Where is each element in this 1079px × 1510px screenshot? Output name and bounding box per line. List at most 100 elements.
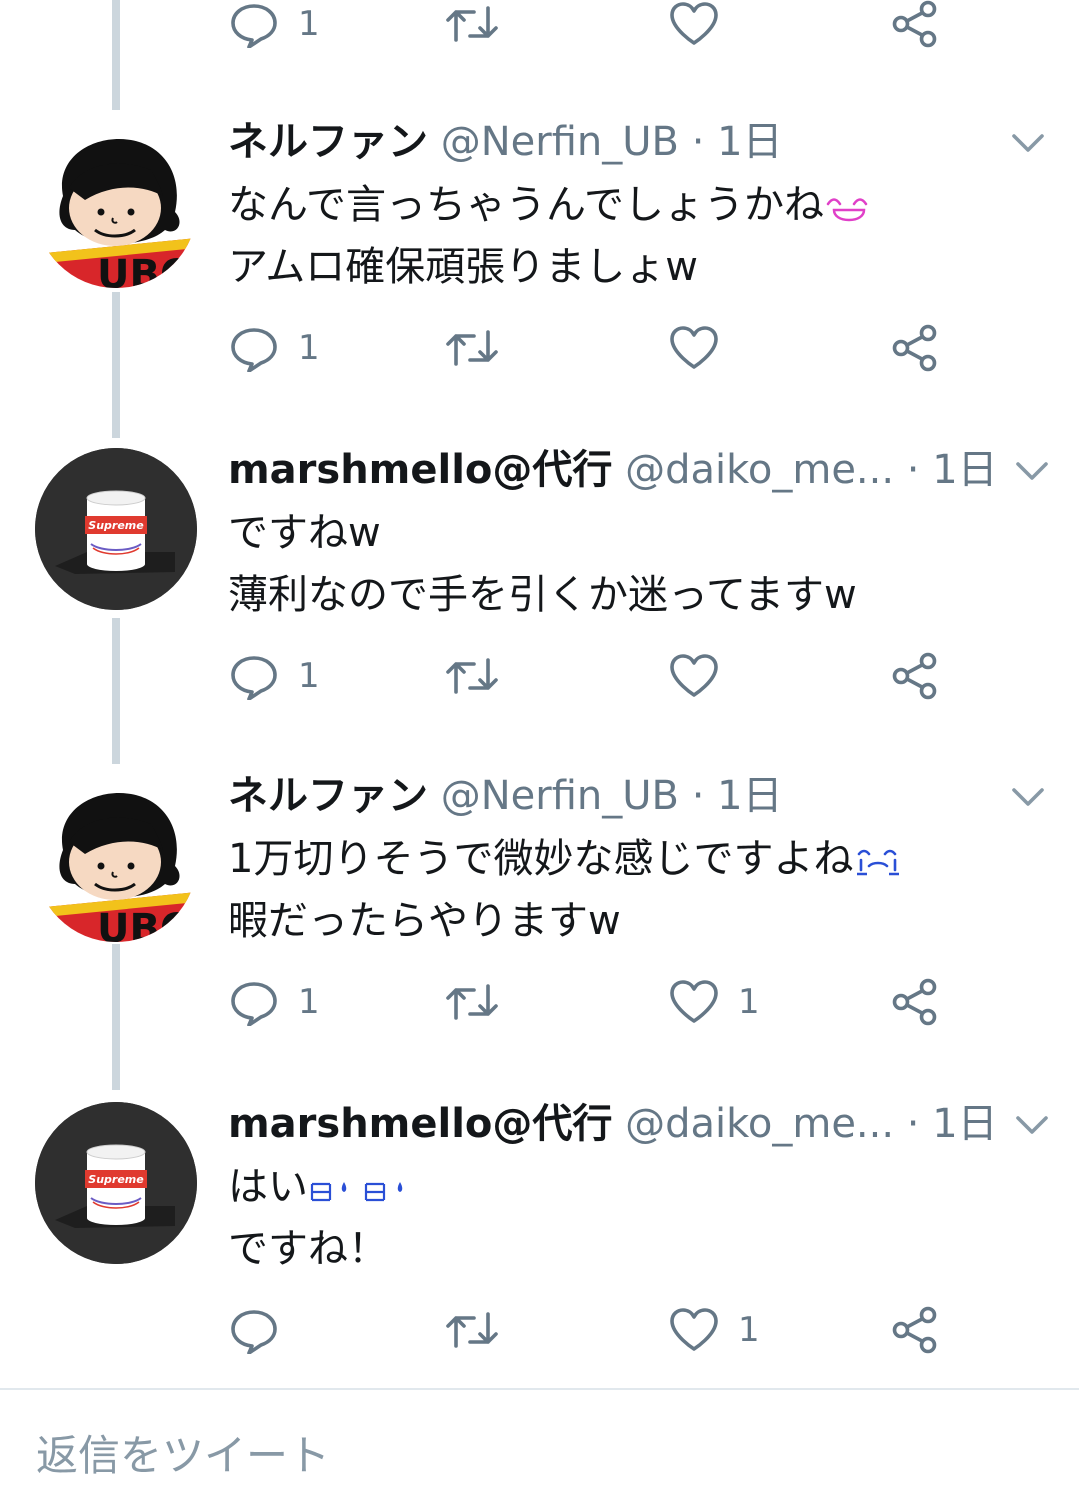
retweet-button[interactable] [444,646,500,706]
separator: · [906,1101,920,1147]
reply-icon [231,982,277,1026]
tweet-actions: 1 1 [228,972,1028,1032]
display-name[interactable]: ネルファン [228,119,428,165]
avatar[interactable]: UBO [35,780,197,942]
tweet-header: ネルファン @Nerfin_UB · 1日 [228,112,783,172]
display-name[interactable]: marshmello@代行 [228,1101,612,1147]
reply-button[interactable]: 1 [228,972,320,1032]
tweet-actions: 1 [228,1300,1028,1360]
chevron-down-icon[interactable] [1006,126,1050,160]
like-button[interactable] [668,646,720,706]
tweet-text-line: ですねw [228,510,381,556]
like-count: 1 [738,982,760,1022]
tweet-item[interactable]: UBO ネルファン @Nerfin_UB · 1日 なんで言っちゃうんでしょうか… [0,112,1079,402]
separator: · [906,447,920,493]
pink-grin-emoji [826,198,868,222]
avatar[interactable]: UBO [35,126,197,288]
tweet-text-line: 暇だったらやりますw [228,898,621,944]
tweet-header: ネルファン @Nerfin_UB · 1日 [228,766,783,826]
heart-icon [670,654,718,697]
chevron-down-icon[interactable] [1010,454,1054,488]
separator: · [691,119,705,165]
tweet-header: marshmello@代行 @daiko_me... · 1日 [228,440,998,500]
share-icon [892,652,937,700]
retweet-button[interactable] [444,1300,500,1360]
retweet-icon [446,658,498,694]
tweet-text: なんで言っちゃうんでしょうかね アムロ確保頑張りましょw [228,174,874,298]
timestamp[interactable]: 1日 [717,119,782,165]
tweet-text: はい ですね！ [228,1156,418,1280]
tweet-actions: 1 [228,0,1028,54]
tweet-item[interactable]: 1 [0,0,1079,60]
blue-sweat-emoji [310,1182,403,1202]
like-button[interactable]: 1 [668,972,760,1032]
separator: · [691,773,705,819]
avatar[interactable]: Supreme [35,1102,197,1264]
handle[interactable]: @Nerfin_UB [441,119,679,165]
heart-icon [670,326,718,369]
reply-button[interactable]: 1 [228,0,320,54]
tweet-item[interactable]: UBO ネルファン @Nerfin_UB · 1日 1万切りそうで微妙な感じです… [0,766,1079,1056]
cartoon-boy-avatar: UBO [35,126,197,288]
handle[interactable]: @daiko_me... [625,1101,894,1147]
reply-button[interactable]: 1 [228,318,320,378]
svg-text:UBO: UBO [97,252,194,288]
share-icon [892,978,937,1026]
reply-icon [231,656,277,700]
share-icon [892,324,937,372]
reply-icon [231,4,277,48]
avatar[interactable]: Supreme [35,448,197,610]
tweet-text: ですねw 薄利なので手を引くか迷ってますw [228,502,857,626]
chevron-down-icon[interactable] [1006,780,1050,814]
reply-button[interactable] [228,1300,280,1360]
tweet-item[interactable]: Supreme marshmello@代行 @daiko_me... · 1日 … [0,440,1079,730]
reply-compose-bar[interactable]: 返信をツイート [0,1390,1079,1510]
tweet-item[interactable]: Supreme marshmello@代行 @daiko_me... · 1日 … [0,1094,1079,1384]
share-button[interactable] [890,1300,940,1360]
reply-button[interactable]: 1 [228,646,320,706]
like-button[interactable]: 1 [668,1300,760,1360]
share-button[interactable] [890,318,940,378]
reply-count: 1 [298,328,320,368]
cartoon-boy-avatar: UBO [35,780,197,942]
timestamp[interactable]: 1日 [932,1101,997,1147]
retweet-button[interactable] [444,972,500,1032]
share-icon [892,1306,937,1354]
svg-text:Supreme: Supreme [88,1173,144,1186]
retweet-icon [446,984,498,1020]
display-name[interactable]: ネルファン [228,773,428,819]
supreme-can-avatar: Supreme [35,448,197,610]
like-button[interactable] [668,0,720,54]
share-icon [892,0,937,48]
tweet-text-line: アムロ確保頑張りましょw [228,244,698,290]
tweet-header: marshmello@代行 @daiko_me... · 1日 [228,1094,998,1154]
share-button[interactable] [890,646,940,706]
timestamp[interactable]: 1日 [717,773,782,819]
display-name[interactable]: marshmello@代行 [228,447,612,493]
retweet-icon [446,330,498,366]
tweet-text-line: 薄利なので手を引くか迷ってますw [228,572,857,618]
reply-icon [231,328,277,372]
share-button[interactable] [890,972,940,1032]
svg-text:UBO: UBO [97,906,194,942]
share-button[interactable] [890,0,940,54]
handle[interactable]: @Nerfin_UB [441,773,679,819]
supreme-can-avatar: Supreme [35,1102,197,1264]
tweet-text-line: 1万切りそうで微妙な感じですよね [228,836,854,882]
tweet-actions: 1 [228,318,1028,378]
timestamp[interactable]: 1日 [932,447,997,493]
chevron-down-icon[interactable] [1010,1108,1054,1142]
like-button[interactable] [668,318,720,378]
reply-input[interactable]: 返信をツイート [36,1432,330,1480]
retweet-button[interactable] [444,318,500,378]
like-count: 1 [738,1310,760,1350]
tweet-text-line: なんで言っちゃうんでしょうかね [228,182,824,228]
retweet-button[interactable] [444,0,500,54]
reply-icon [231,1310,277,1354]
reply-count: 1 [298,4,320,44]
retweet-icon [446,6,498,42]
tweet-text-line: ですね！ [228,1226,388,1272]
svg-text:Supreme: Supreme [88,519,144,532]
heart-icon [670,980,718,1023]
handle[interactable]: @daiko_me... [625,447,894,493]
